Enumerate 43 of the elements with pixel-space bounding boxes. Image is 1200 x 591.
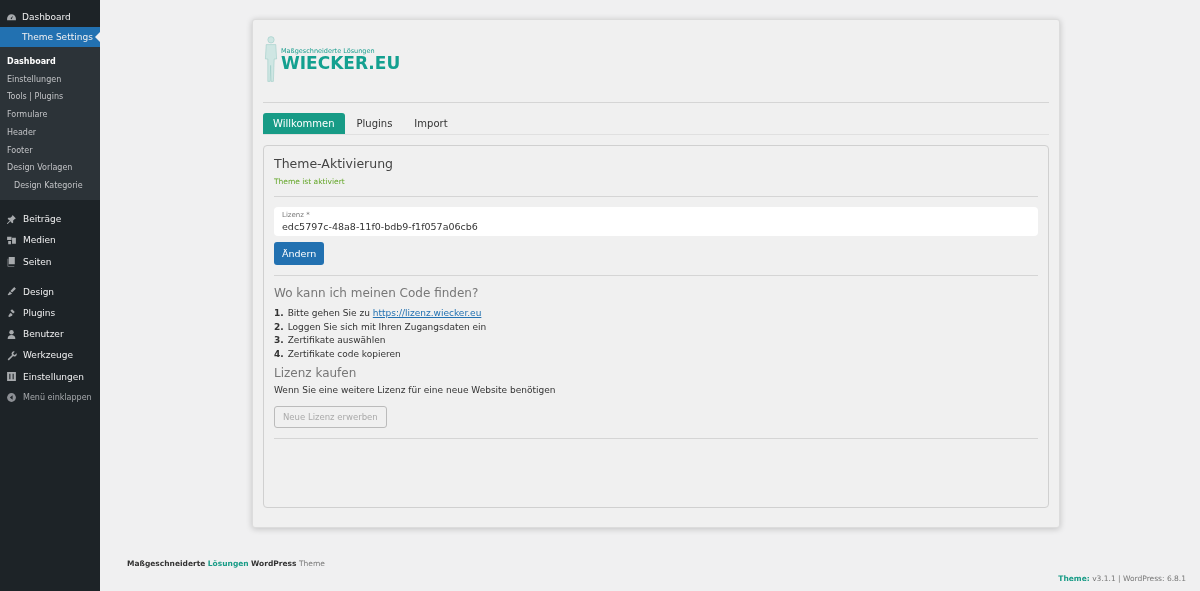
submenu-item[interactable]: Header <box>0 123 100 142</box>
sidebar-item[interactable]: Werkzeuge <box>0 344 100 366</box>
logo-wordmark: WIECKER.EU <box>281 54 401 72</box>
step-number: 3. <box>274 334 284 348</box>
step-text: Loggen Sie sich mit Ihren Zugangsdaten ein <box>287 320 487 334</box>
step-text: Zertifikate auswählen <box>287 334 386 348</box>
submenu-item[interactable]: Dashboard <box>0 53 100 71</box>
submenu-item[interactable]: Tools | Plugins <box>0 88 100 107</box>
submenu-item[interactable]: Design Kategorie <box>0 176 100 195</box>
submenu-item[interactable]: Einstellungen <box>0 70 100 89</box>
sidebar-item[interactable]: Benutzer <box>0 323 100 345</box>
sidebar-item[interactable]: Design <box>0 281 100 303</box>
help-heading: Wo kann ich meinen Code finden? <box>274 286 480 300</box>
step-text: Bitte gehen Sie zu https://lizenz.wiecker.eu <box>287 307 482 320</box>
step-number: 4. <box>274 347 284 361</box>
tab[interactable]: Plugins <box>346 113 403 134</box>
panel-title: Theme-Aktivierung <box>274 156 394 171</box>
buy-description: Wenn Sie eine weitere Lizenz für eine neue Website benötigen <box>274 385 557 396</box>
gauge-icon <box>6 11 17 23</box>
wrench-icon <box>6 349 17 361</box>
sidebar-item[interactable]: Beiträge <box>0 208 100 230</box>
sidebar-item[interactable]: Seiten <box>0 251 100 273</box>
step-number: 2. <box>274 320 284 334</box>
collapse-icon <box>6 392 17 404</box>
sidebar-item[interactable]: Dashboard <box>0 7 100 27</box>
step-number: 1. <box>274 307 284 320</box>
brush-icon <box>6 286 17 298</box>
sidebar-item[interactable]: Menü einklappen <box>0 387 100 409</box>
sidebar-item[interactable]: Theme Settings <box>0 27 100 47</box>
submenu-item[interactable]: Formulare <box>0 106 100 124</box>
user-icon <box>6 328 17 340</box>
license-link[interactable]: https://lizenz.wiecker.eu <box>372 308 482 318</box>
sidebar-item[interactable]: Einstellungen <box>0 365 100 388</box>
step-text: Zertifikate code kopieren <box>287 347 401 361</box>
media-icon <box>6 234 17 246</box>
submenu-item[interactable]: Design Vorlagen <box>0 159 100 177</box>
buy-heading: Lizenz kaufen <box>274 366 358 381</box>
change-button[interactable]: Ändern <box>274 242 325 265</box>
sidebar-item[interactable]: Medien <box>0 229 100 251</box>
sidebar-item[interactable]: Plugins <box>0 302 100 324</box>
pin-icon <box>6 213 17 225</box>
submenu-item[interactable]: Footer <box>0 141 100 160</box>
tab[interactable]: Import <box>404 113 458 134</box>
